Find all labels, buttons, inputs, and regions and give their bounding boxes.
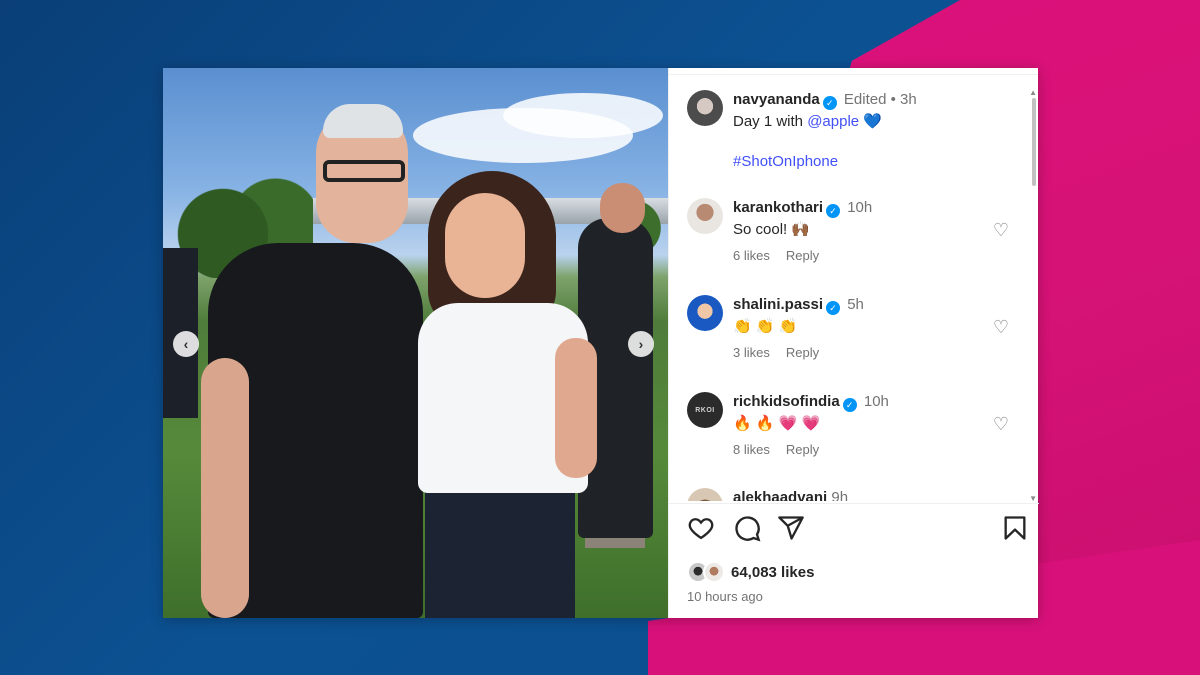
- heart-icon[interactable]: ♡: [993, 317, 1009, 338]
- comment-username[interactable]: karankothari: [733, 199, 823, 216]
- woman-figure: [425, 473, 575, 618]
- separator-dot: •: [890, 91, 896, 108]
- comment-item: karankothari ✓ 10h So cool! 🙌🏾 6 likes Rep…: [687, 198, 1017, 268]
- comment-item: alekhaadvani 9h: [687, 488, 1017, 501]
- bookmark-icon[interactable]: [1001, 514, 1031, 544]
- comment-emoji: 👏 👏 👏: [733, 318, 798, 335]
- author-username[interactable]: navyananda: [733, 91, 820, 108]
- hashtag-link[interactable]: #ShotOnIphone: [733, 153, 838, 170]
- chevron-left-icon[interactable]: ‹: [173, 331, 199, 357]
- instagram-post-card: ‹ › navyananda✓ Edited • 3h Day 1 with: [163, 68, 1039, 618]
- comment-emoji: 🙌🏾: [791, 221, 811, 238]
- avatar-alekhaadvani[interactable]: [687, 488, 723, 501]
- avatar-rkoi[interactable]: RKOI: [687, 392, 723, 428]
- comment-username[interactable]: richkidsofindia: [733, 393, 840, 410]
- avatar-karankothari[interactable]: [687, 198, 723, 234]
- heart-icon[interactable]: ♡: [993, 414, 1009, 435]
- likes-count[interactable]: 64,083 likes: [731, 564, 814, 581]
- comment-time: 9h: [831, 489, 849, 501]
- panel-header-divider: [669, 68, 1038, 75]
- background-person: [600, 183, 645, 233]
- scroll-up-icon[interactable]: ▲: [1029, 88, 1037, 97]
- comment-likes[interactable]: 3 likes: [733, 345, 770, 360]
- heart-icon[interactable]: ♡: [993, 220, 1009, 241]
- comment-item: RKOI richkidsofindia ✓ 10h 🔥 🔥 💗 💗 8 like…: [687, 392, 1017, 462]
- post-photo[interactable]: ‹ ›: [163, 68, 668, 618]
- verified-icon: ✓: [842, 398, 857, 412]
- woman-figure: [445, 193, 525, 298]
- verified-icon: ✓: [822, 96, 837, 110]
- reply-button[interactable]: Reply: [786, 442, 819, 457]
- comment-icon[interactable]: [733, 514, 763, 544]
- scroll-down-icon[interactable]: ▼: [1029, 494, 1037, 501]
- action-bar: [687, 514, 1026, 550]
- comments-scroll-area[interactable]: navyananda ✓ Edited • 3h Day 1 with @appl…: [669, 76, 1039, 501]
- verified-icon: ✓: [826, 204, 841, 218]
- man-figure: [323, 160, 405, 182]
- liker-avatar: [703, 561, 725, 583]
- comments-panel: navyananda ✓ Edited • 3h Day 1 with @appl…: [668, 68, 1039, 618]
- comment-username[interactable]: shalini.passi: [733, 296, 823, 313]
- post-footer: 64,083 likes 10 hours ago: [669, 503, 1039, 618]
- avatar-navyananda[interactable]: [687, 90, 723, 126]
- heart-icon[interactable]: [687, 514, 717, 544]
- man-figure: [201, 358, 249, 618]
- comment-username[interactable]: alekhaadvani: [733, 489, 827, 501]
- scrollbar-thumb[interactable]: [1032, 98, 1036, 186]
- comment-likes[interactable]: 8 likes: [733, 442, 770, 457]
- comment-time: 10h: [863, 393, 889, 410]
- post-time: 3h: [900, 91, 917, 108]
- cloud: [503, 93, 663, 138]
- send-icon[interactable]: [777, 514, 807, 544]
- reply-button[interactable]: Reply: [786, 248, 819, 263]
- mention-link[interactable]: @apple: [807, 113, 859, 130]
- post-caption: navyananda ✓ Edited • 3h Day 1 with @appl…: [687, 90, 1017, 172]
- edited-label: Edited: [843, 91, 887, 108]
- avatar-shalini[interactable]: [687, 295, 723, 331]
- comment-time: 5h: [847, 296, 864, 313]
- chevron-right-icon[interactable]: ›: [628, 331, 654, 357]
- comment-item: shalini.passi ✓ 5h 👏 👏 👏 3 likes Reply ♡: [687, 295, 1017, 365]
- comment-text: So cool!: [733, 221, 788, 238]
- likes-summary[interactable]: 64,083 likes: [687, 561, 814, 583]
- verified-icon: ✓: [826, 301, 841, 315]
- woman-figure: [555, 338, 597, 478]
- caption-text: Day 1 with: [733, 113, 804, 130]
- comment-emoji: 🔥 🔥 💗 💗: [733, 415, 821, 432]
- comment-time: 10h: [847, 199, 873, 216]
- caption-emoji: 💙: [863, 113, 882, 130]
- reply-button[interactable]: Reply: [786, 345, 819, 360]
- man-figure: [323, 104, 403, 138]
- post-timestamp[interactable]: 10 hours ago: [687, 589, 763, 604]
- comment-likes[interactable]: 6 likes: [733, 248, 770, 263]
